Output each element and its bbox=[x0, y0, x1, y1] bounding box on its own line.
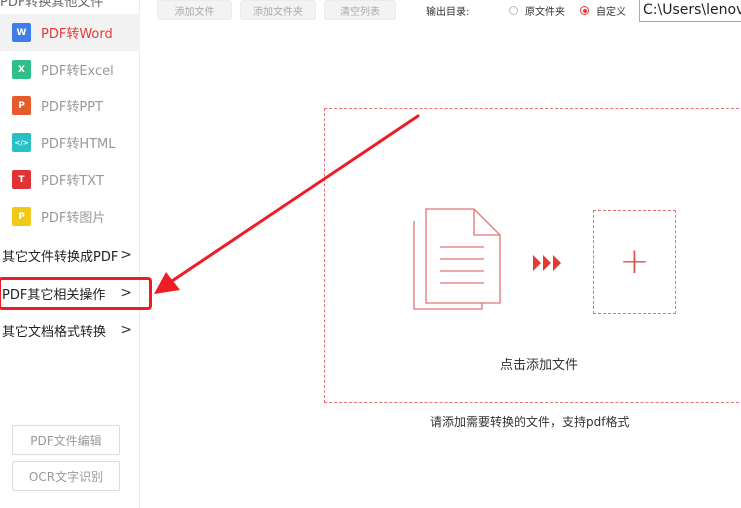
annotation-arrow bbox=[154, 114, 420, 294]
